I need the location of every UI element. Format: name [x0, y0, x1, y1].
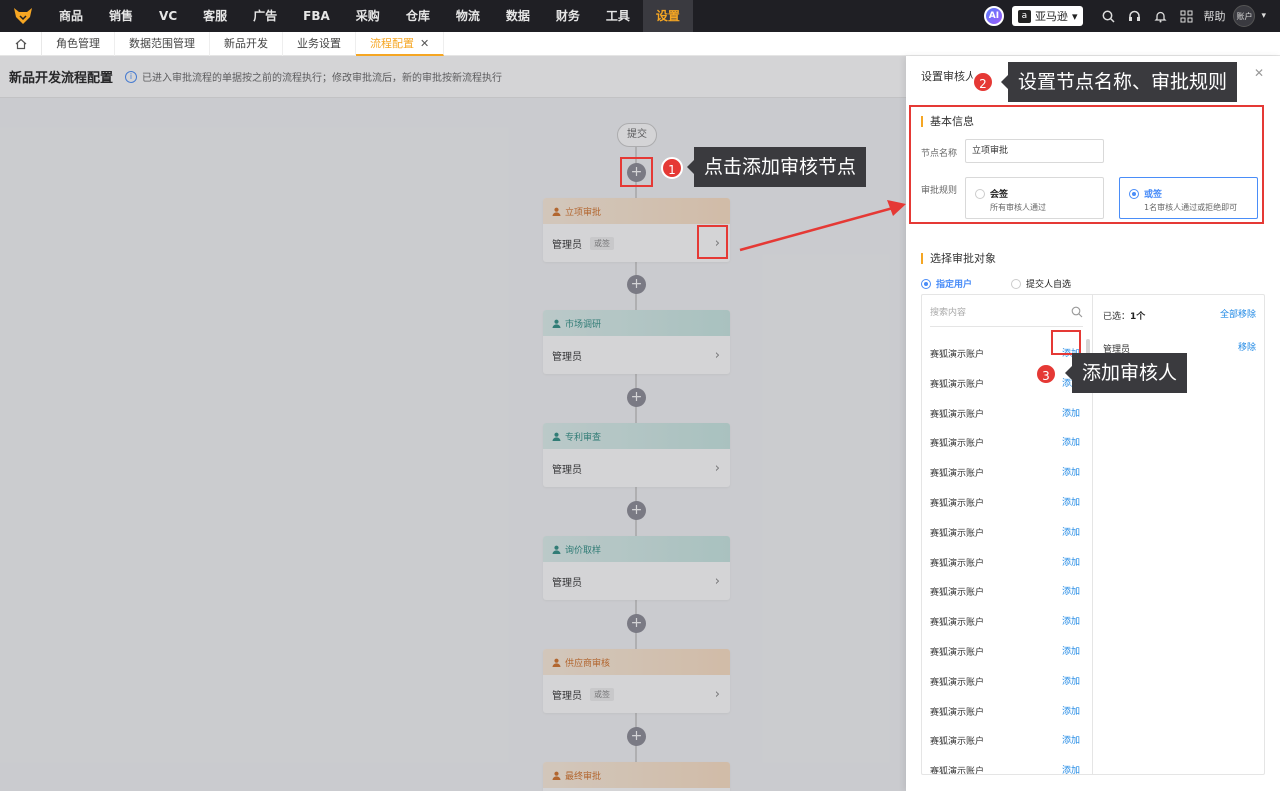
annotation-arrow	[739, 200, 906, 252]
